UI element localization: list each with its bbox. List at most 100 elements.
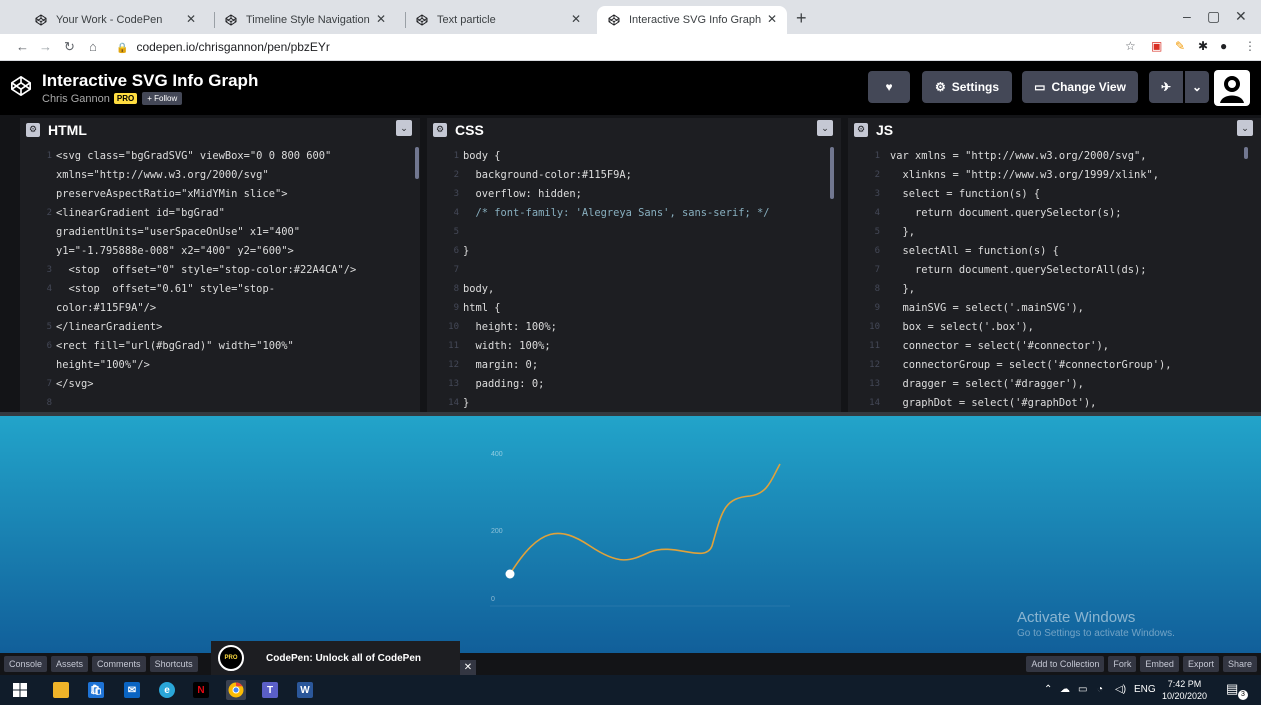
code-line: connector = select('#connector'),: [890, 340, 1109, 352]
author-name[interactable]: Chris Gannon: [42, 93, 110, 105]
url-field[interactable]: 🔒 codepen.io/chrisgannon/pen/pbzEYr: [116, 40, 330, 54]
chevron-down-icon[interactable]: ⌄: [1237, 120, 1253, 136]
add-to-collection-button[interactable]: Add to Collection: [1026, 656, 1105, 672]
scrollbar[interactable]: [415, 147, 419, 179]
minimize-icon[interactable]: –: [1183, 8, 1191, 24]
pin-button[interactable]: ✈: [1149, 71, 1183, 103]
code-line: overflow: hidden;: [463, 188, 582, 200]
browser-tab[interactable]: Timeline Style Navigation ✕: [214, 6, 396, 34]
extension-red-icon[interactable]: ▣: [1151, 39, 1162, 53]
shortcuts-button[interactable]: Shortcuts: [149, 656, 198, 672]
reload-icon[interactable]: ↻: [64, 39, 75, 55]
gear-icon: ⚙: [934, 80, 946, 94]
close-promo-icon[interactable]: ✕: [460, 660, 476, 675]
word-icon[interactable]: W: [297, 682, 313, 698]
editor-settings-icon[interactable]: ⚙: [26, 122, 40, 137]
embed-button[interactable]: Embed: [1140, 656, 1179, 672]
browser-tab[interactable]: Your Work - CodePen ✕: [24, 6, 206, 34]
volume-icon[interactable]: ◁): [1115, 684, 1126, 695]
mail-icon[interactable]: ✉: [124, 682, 140, 698]
close-tab-icon[interactable]: ✕: [376, 12, 386, 26]
forward-icon[interactable]: →: [39, 39, 52, 54]
follow-button[interactable]: + Follow: [142, 92, 183, 105]
netflix-icon[interactable]: N: [193, 682, 209, 698]
code-line: <stop offset="0.61" style="stop-: [56, 283, 275, 295]
code-area[interactable]: 1 var xmlns = "http://www.w3.org/2000/svg…: [848, 147, 1261, 413]
taskbar-clock[interactable]: 7:42 PM 10/20/2020: [1162, 678, 1207, 702]
line-number: 2: [453, 170, 459, 180]
chevron-down-icon[interactable]: ⌄: [396, 120, 412, 136]
code-line: preserveAspectRatio="xMidYMin slice">: [56, 188, 288, 200]
editor-title: CSS: [455, 121, 484, 138]
editor-settings-icon[interactable]: ⚙: [854, 122, 868, 137]
export-button[interactable]: Export: [1182, 656, 1219, 672]
home-icon[interactable]: ⌂: [89, 39, 97, 54]
back-icon[interactable]: ←: [16, 39, 29, 54]
avatar[interactable]: [1214, 70, 1250, 106]
html-editor: ⚙ HTML ⌄ 1 <svg class="bgGradSVG" viewBox…: [20, 115, 420, 413]
teams-icon[interactable]: T: [262, 682, 278, 698]
fork-button[interactable]: Fork: [1108, 656, 1137, 672]
js-editor: ⚙ JS ⌄ 1 var xmlns = "http://www.w3.org/2…: [848, 115, 1261, 413]
close-tab-icon[interactable]: ✕: [571, 12, 581, 26]
code-line: </svg>: [56, 378, 94, 390]
notifications-icon[interactable]: ▤: [1226, 681, 1238, 697]
comments-button[interactable]: Comments: [92, 656, 146, 672]
close-window-icon[interactable]: ✕: [1235, 8, 1247, 25]
pen-title[interactable]: Interactive SVG Info Graph: [42, 71, 258, 91]
star-bookmark-icon[interactable]: ☆: [1125, 39, 1136, 53]
scrollbar[interactable]: [1244, 147, 1248, 159]
maximize-icon[interactable]: ▢: [1207, 8, 1220, 25]
line-number: 9: [874, 303, 880, 313]
assets-button[interactable]: Assets: [51, 656, 89, 672]
pin-dropdown-button[interactable]: ⌄: [1185, 71, 1209, 103]
codepen-logo-icon[interactable]: [10, 75, 32, 97]
chevron-up-icon[interactable]: ⌃: [1044, 684, 1052, 695]
extension-orange-icon[interactable]: ✎: [1175, 39, 1185, 53]
graph-curve: [509, 463, 781, 575]
codepen-favicon-icon: [34, 13, 48, 27]
scrollbar[interactable]: [830, 147, 834, 199]
notification-count: 3: [1238, 690, 1248, 700]
close-tab-icon[interactable]: ✕: [186, 12, 196, 26]
line-number: 4: [453, 208, 459, 218]
line-number: 3: [453, 189, 459, 199]
line-number: 11: [869, 341, 880, 351]
store-icon[interactable]: 🛍: [88, 682, 104, 698]
chrome-icon[interactable]: [226, 680, 246, 700]
more-menu-icon[interactable]: ⋮: [1244, 39, 1256, 53]
editor-settings-icon[interactable]: ⚙: [433, 122, 447, 137]
onedrive-icon[interactable]: ☁: [1060, 684, 1070, 695]
code-line: }: [463, 397, 470, 409]
browser-tab[interactable]: Text particle ✕: [405, 6, 591, 34]
edge-icon[interactable]: e: [159, 682, 175, 698]
extensions-puzzle-icon[interactable]: ✱: [1198, 39, 1208, 53]
tab-title: Text particle: [437, 14, 496, 26]
code-line: connectorGroup = select('#connectorGroup…: [890, 359, 1172, 371]
chevron-down-icon[interactable]: ⌄: [817, 120, 833, 136]
profile-icon[interactable]: ●: [1220, 39, 1227, 53]
like-button[interactable]: ♥: [868, 71, 910, 103]
console-button[interactable]: Console: [4, 656, 48, 672]
share-button[interactable]: Share: [1222, 656, 1257, 672]
code-line: var xmlns = "http://www.w3.org/2000/svg"…: [890, 150, 1147, 162]
pen-author-row: Chris Gannon PRO + Follow: [42, 92, 183, 105]
settings-button[interactable]: ⚙ Settings: [922, 71, 1012, 103]
battery-icon[interactable]: ▭: [1078, 684, 1087, 695]
wifi-icon[interactable]: ◔: [1097, 684, 1103, 695]
new-tab-icon[interactable]: +: [796, 8, 807, 29]
code-area[interactable]: 1 <svg class="bgGradSVG" viewBox="0 0 800…: [20, 147, 420, 413]
pro-promo-banner[interactable]: PRO CodePen: Unlock all of CodePen: [211, 641, 460, 675]
language-indicator[interactable]: ENG: [1134, 684, 1156, 695]
windows-start-icon[interactable]: [12, 682, 28, 698]
code-line: height="100%"/>: [56, 359, 150, 371]
line-number: 13: [448, 379, 459, 389]
graph-drag-dot[interactable]: [505, 569, 515, 579]
line-number: 11: [448, 341, 459, 351]
line-number: 4: [46, 284, 52, 294]
browser-tab-active[interactable]: Interactive SVG Info Graph ✕: [597, 6, 787, 34]
code-area[interactable]: 1 body {2 background-color:#115F9A; 3 over…: [427, 147, 841, 413]
change-view-button[interactable]: ▭ Change View: [1022, 71, 1138, 103]
close-tab-icon[interactable]: ✕: [767, 12, 777, 26]
file-explorer-icon[interactable]: [53, 682, 69, 698]
